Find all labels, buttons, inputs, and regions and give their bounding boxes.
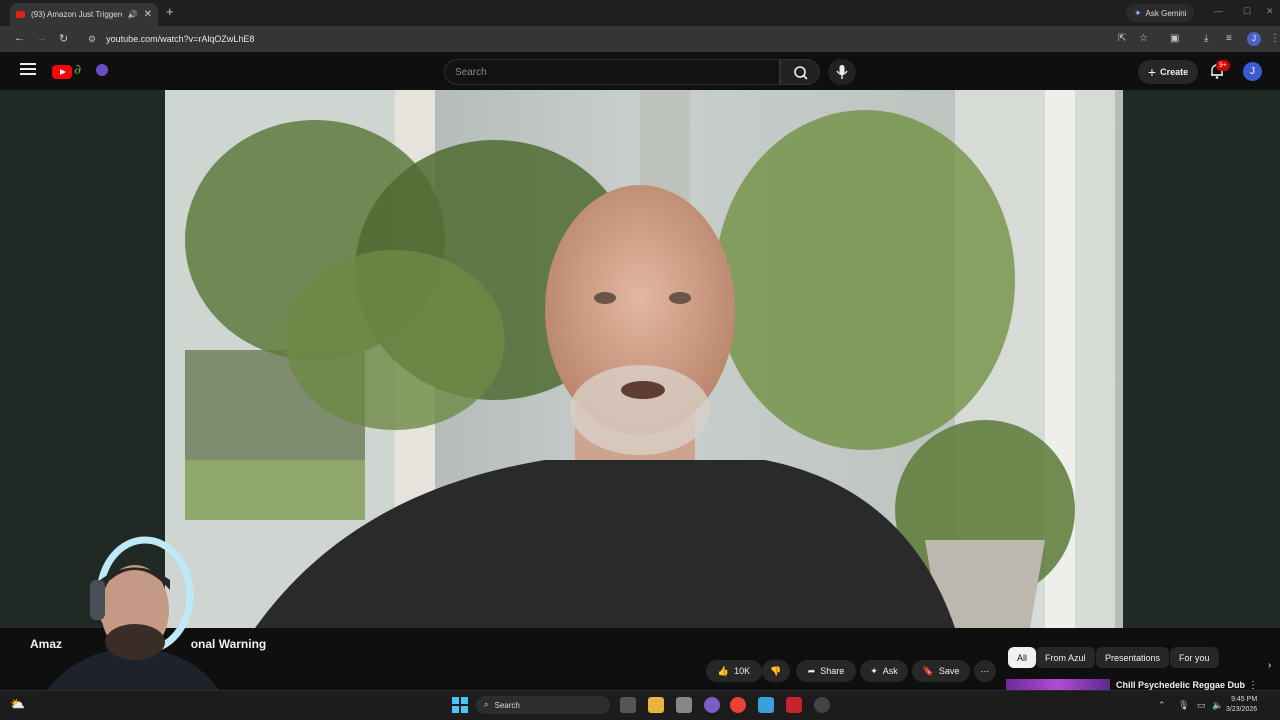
bookmark-icon: 🔖 [922,665,934,676]
tab-title: (93) Amazon Just Triggered [31,10,122,19]
plus-icon: + [1147,64,1157,80]
create-label: Create [1160,67,1189,77]
media-controls-icon[interactable]: ≡ [1226,33,1232,44]
weather-widget-icon[interactable]: ⛅ [10,697,25,711]
search-input[interactable]: Search [444,59,780,85]
like-count: 10K [734,666,751,676]
chip-from-azul[interactable]: From Azul [1036,647,1095,668]
network-icon[interactable]: ▭ [1197,700,1206,711]
like-button[interactable]: 👍 10K [706,660,762,682]
share-label: Share [820,666,845,676]
taskbar-search[interactable]: ⌕ Search [476,696,610,714]
search-icon: ⌕ [484,700,489,709]
save-button[interactable]: 🔖 Save [912,660,970,682]
editor-app-icon[interactable] [758,697,774,713]
ask-button[interactable]: ✦ Ask [860,660,908,682]
save-label: Save [938,666,960,676]
chrome-icon[interactable] [730,697,746,713]
browser-tab-bar [0,0,1280,26]
windows-taskbar [0,690,1280,720]
account-avatar[interactable]: J [1243,62,1262,81]
taskbar-clock[interactable]: 9:45 PM 3/23/2026 [1226,695,1257,715]
search-icon [794,66,808,80]
thumbs-down-icon: 👎 [770,665,782,676]
downloads-icon[interactable]: ⤓ [1204,33,1208,44]
start-windows-icon[interactable] [452,697,468,713]
reload-icon[interactable]: ↻ [59,32,68,45]
share-icon: ➦ [807,665,816,676]
microphone-icon [836,65,848,79]
more-horizontal-icon: ⋯ [980,665,990,676]
store-icon[interactable] [676,697,692,713]
close-tab-icon[interactable]: ✕ [144,9,152,20]
chips-next-icon[interactable]: › [1268,660,1271,671]
share-button[interactable]: ➦ Share [796,660,856,682]
gemini-sparkle-icon: ✦ [1134,7,1142,18]
browser-profile-avatar[interactable]: J [1247,32,1261,46]
notification-badge: 9+ [1216,60,1230,71]
ask-gemini-button[interactable]: ✦ Ask Gemini [1126,4,1195,22]
new-tab-button[interactable]: + [166,4,174,19]
task-view-icon[interactable] [620,697,636,713]
thumbs-up-icon: 👍 [717,665,730,676]
video-frame [165,90,1123,628]
dislike-button[interactable]: 👎 [762,660,790,682]
address-bar[interactable]: ⚙ youtube.com/watch?v=rAlqOZwLhE8 [80,29,1104,49]
close-window-icon[interactable]: ✕ [1266,6,1274,17]
browser-menu-icon[interactable]: ⋮ [1270,33,1280,44]
back-icon[interactable]: ← [14,32,25,44]
chip-all[interactable]: All [1008,647,1037,668]
logo-doodle: ∂ [74,62,82,78]
youtube-play-icon [52,65,72,79]
chip-for-you[interactable]: For you [1170,647,1219,668]
settings-app-icon[interactable] [814,697,830,713]
sparkle-icon: ✦ [870,665,878,676]
taskbar-search-label: Search [494,700,520,710]
chip-presentations[interactable]: Presentations [1096,647,1170,668]
ask-gemini-label: Ask Gemini [1145,8,1187,18]
youtube-logo[interactable]: ∂ [52,62,112,82]
ask-label: Ask [882,666,898,676]
youtube-favicon-icon [16,11,25,18]
bookmark-star-icon[interactable]: ☆ [1139,33,1148,44]
volume-icon[interactable]: 🔈 [1212,700,1223,711]
minimize-icon[interactable]: — [1214,6,1223,16]
tray-mic-icon[interactable]: 🎙 [1178,700,1189,711]
hamburger-menu-icon[interactable] [20,63,36,77]
video-player[interactable] [165,90,1123,628]
browser-tab[interactable]: (93) Amazon Just Triggered 🔊 ✕ [10,3,158,26]
clock-time: 9:45 PM [1231,696,1258,703]
maximize-icon[interactable]: ☐ [1243,6,1251,17]
speaker-icon[interactable]: 🔊 [128,10,138,19]
tray-chevron-icon[interactable]: ⌃ [1158,700,1166,711]
url-text: youtube.com/watch?v=rAlqOZwLhE8 [106,34,255,44]
recommended-title[interactable]: Chill Psychedelic Reggae Dub [1116,680,1245,690]
create-button[interactable]: + Create [1138,60,1198,84]
more-actions-button[interactable]: ⋯ [974,660,996,682]
logo-orb-icon [96,64,108,76]
file-explorer-icon[interactable] [648,697,664,713]
clock-date: 3/23/2026 [1226,706,1258,713]
voice-search-button[interactable] [828,59,856,85]
forward-icon[interactable]: → [36,32,47,44]
search-button[interactable] [780,59,820,85]
site-info-icon[interactable]: ⚙ [88,34,96,45]
app-icon[interactable] [704,697,720,713]
pdf-app-icon[interactable] [786,697,802,713]
install-app-icon[interactable]: ⇱ [1118,33,1126,44]
tab-search-icon[interactable]: ▣ [1170,33,1179,44]
